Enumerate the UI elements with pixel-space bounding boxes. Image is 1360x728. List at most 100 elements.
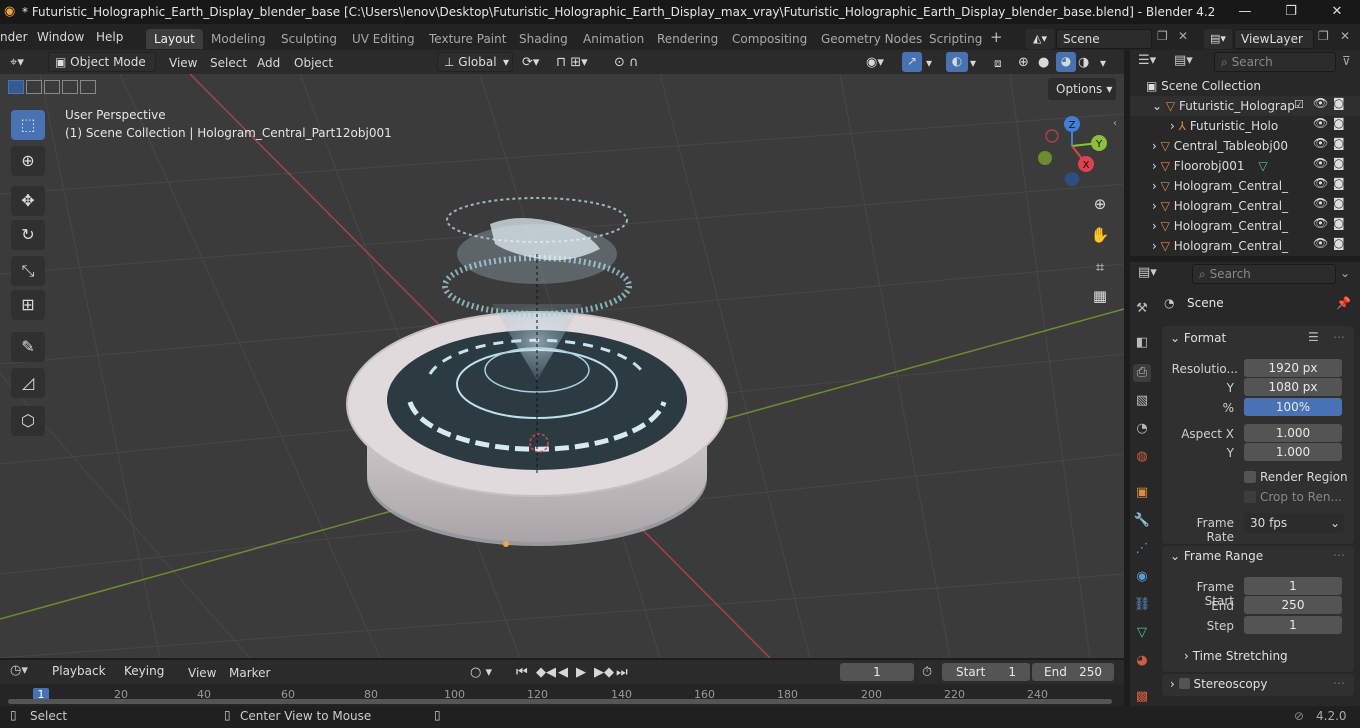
render-tab-icon[interactable]: ◧ xyxy=(1133,334,1151,352)
camera-icon[interactable]: ◙ xyxy=(1333,196,1345,210)
data-tab-icon[interactable]: ▽ xyxy=(1133,624,1151,642)
proportional-edit-icon[interactable]: ⊙ ∩ xyxy=(614,54,639,72)
menu-add[interactable]: Add xyxy=(257,54,280,72)
select-new-icon[interactable] xyxy=(8,80,24,94)
prev-keyframe-icon[interactable]: ◆◀ xyxy=(536,664,556,682)
tab-texture-paint[interactable]: Texture Paint xyxy=(421,29,514,49)
properties-search-input[interactable]: ⌕ Search xyxy=(1192,264,1336,284)
crop-checkbox[interactable] xyxy=(1244,491,1256,503)
resolution-percent-field[interactable]: 100% xyxy=(1244,398,1342,416)
select-invert-icon[interactable] xyxy=(62,80,78,94)
camera-icon[interactable]: ◙ xyxy=(1333,136,1345,150)
frame-end-field[interactable]: 250 xyxy=(1244,596,1342,614)
measure-tool-icon[interactable]: ◿ xyxy=(11,368,45,398)
tab-sculpting[interactable]: Sculpting xyxy=(273,29,345,49)
constraints-tab-icon[interactable]: ⛓ xyxy=(1133,596,1151,614)
solid-shading-icon[interactable]: ● xyxy=(1038,54,1049,72)
options-button[interactable]: Options ▾ xyxy=(1048,78,1116,100)
move-tool-icon[interactable]: ✥ xyxy=(11,186,45,216)
select-subtract-icon[interactable] xyxy=(44,80,60,94)
texture-tab-icon[interactable]: ▩ xyxy=(1133,688,1151,706)
transform-tool-icon[interactable]: ⊞ xyxy=(11,290,45,320)
object-tab-icon[interactable]: ▣ xyxy=(1133,484,1151,502)
current-frame-field[interactable]: 1 xyxy=(840,663,914,681)
end-frame-field[interactable]: End 250 xyxy=(1032,663,1114,681)
selection-mode-buttons[interactable] xyxy=(8,80,108,98)
aspect-x-field[interactable]: 1.000 xyxy=(1244,424,1342,442)
eye-icon[interactable]: 👁 xyxy=(1313,216,1328,230)
time-stretching-header[interactable]: › Time Stretching xyxy=(1184,645,1288,667)
drag-handle-icon[interactable]: ⋯ xyxy=(1333,676,1345,690)
mode-dropdown[interactable]: ▣ Object Mode ▾ xyxy=(48,52,156,87)
menu-window[interactable]: Window xyxy=(37,28,84,46)
tab-modeling[interactable]: Modeling xyxy=(203,29,274,49)
jump-end-icon[interactable]: ⏭ xyxy=(616,664,628,682)
timeline-view-menu[interactable]: View xyxy=(188,664,216,682)
format-section-header[interactable]: ⌄ Format xyxy=(1170,327,1226,349)
play-icon[interactable]: ▶ xyxy=(576,664,586,682)
scene-name-field[interactable]: Scene xyxy=(1056,29,1152,49)
navigation-gizmo[interactable]: Z Y X xyxy=(1030,112,1112,192)
resolution-x-field[interactable]: 1920 px xyxy=(1244,359,1342,377)
record-icon[interactable]: ○ ▾ xyxy=(470,664,492,682)
frame-start-field[interactable]: 1 xyxy=(1244,577,1342,595)
frame-range-section-header[interactable]: ⌄ Frame Range xyxy=(1170,545,1263,567)
material-tab-icon[interactable]: ◕ xyxy=(1133,652,1151,670)
camera-icon[interactable]: ◙ xyxy=(1333,96,1345,110)
play-reverse-icon[interactable]: ◀ xyxy=(558,664,568,682)
add-cube-tool-icon[interactable]: ⬡ xyxy=(11,406,45,436)
overlays-icon[interactable]: ◐ xyxy=(946,52,968,72)
eye-icon[interactable]: 👁 xyxy=(1313,96,1328,110)
select-intersect-icon[interactable] xyxy=(80,80,96,94)
tab-scripting[interactable]: Scripting xyxy=(921,29,990,49)
camera-icon[interactable]: ◙ xyxy=(1333,176,1345,190)
tab-geometry-nodes[interactable]: Geometry Nodes xyxy=(813,29,930,49)
close-button[interactable]: ✕ xyxy=(1314,0,1360,24)
gizmo-toggle-icon[interactable]: ↗ xyxy=(902,52,922,72)
scene-tab-icon[interactable]: ◔ xyxy=(1133,420,1151,438)
camera-icon[interactable]: ◙ xyxy=(1333,216,1345,230)
camera-icon[interactable]: ◙ xyxy=(1333,116,1345,130)
eye-icon[interactable]: 👁 xyxy=(1313,236,1328,250)
gizmo-dropdown-icon[interactable]: ▾ xyxy=(926,54,932,72)
pivot-point-icon[interactable]: ⟳▾ xyxy=(522,54,539,72)
overlays-dropdown-icon[interactable]: ▾ xyxy=(970,54,976,72)
menu-view[interactable]: View xyxy=(169,54,197,72)
start-frame-field[interactable]: Start 1 xyxy=(942,663,1030,681)
stereoscopy-checkbox[interactable] xyxy=(1178,678,1190,689)
outliner-row-scene-collection[interactable]: ▣ Scene Collection xyxy=(1130,76,1360,96)
menu-select[interactable]: Select xyxy=(210,54,247,72)
eye-icon[interactable]: 👁 xyxy=(1313,136,1328,150)
view-layer-icon[interactable]: ▤▾ xyxy=(1204,29,1232,49)
outliner-search-input[interactable]: ⌕ Search xyxy=(1214,52,1336,72)
presets-list-icon[interactable]: ☰ xyxy=(1308,330,1319,344)
zoom-icon[interactable]: ⊕ xyxy=(1087,191,1113,217)
keying-menu[interactable]: Keying ⌄ xyxy=(118,662,178,696)
jump-start-icon[interactable]: ⏮ xyxy=(516,664,528,682)
tab-rendering[interactable]: Rendering xyxy=(649,29,726,49)
output-tab-icon[interactable]: ⎙ xyxy=(1133,364,1151,382)
orientation-dropdown[interactable]: ⊥ Global ▾ xyxy=(437,52,513,72)
eye-icon[interactable]: 👁 xyxy=(1313,196,1328,210)
frame-rate-dropdown[interactable]: 30 fps ⌄ xyxy=(1244,513,1344,533)
render-region-checkbox[interactable] xyxy=(1244,471,1256,483)
copy-scene-icon[interactable]: ❐ xyxy=(1157,29,1168,43)
filter-icon[interactable]: ⊽ xyxy=(1342,54,1351,68)
snap-icon[interactable]: ⊓ ⊞▾ xyxy=(556,54,588,72)
tab-animation[interactable]: Animation xyxy=(575,29,652,49)
sidebar-toggle-icon[interactable]: ‹ xyxy=(1113,118,1117,129)
rotate-tool-icon[interactable]: ↻ xyxy=(11,220,45,250)
chevron-down-icon[interactable]: ⌄ xyxy=(1340,266,1350,280)
rendered-shading-icon[interactable]: ◑ xyxy=(1078,54,1089,72)
tab-layout[interactable]: Layout xyxy=(146,29,203,49)
wireframe-shading-icon[interactable]: ⊕ xyxy=(1018,54,1029,72)
ortho-toggle-icon[interactable]: ▦ xyxy=(1087,283,1113,309)
particles-tab-icon[interactable]: ⋰ xyxy=(1133,540,1151,558)
drag-handle-icon[interactable]: ⋯ xyxy=(1333,330,1345,344)
resolution-y-field[interactable]: 1080 px xyxy=(1244,378,1342,396)
timeline-scrollbar[interactable] xyxy=(8,699,1112,704)
properties-editor-icon[interactable]: ▤▾ xyxy=(1138,265,1157,280)
playback-menu[interactable]: Playback ⌄ xyxy=(46,662,116,696)
remove-scene-icon[interactable]: ✕ xyxy=(1178,29,1188,43)
select-box-tool-icon[interactable]: ⬚ xyxy=(11,110,45,140)
